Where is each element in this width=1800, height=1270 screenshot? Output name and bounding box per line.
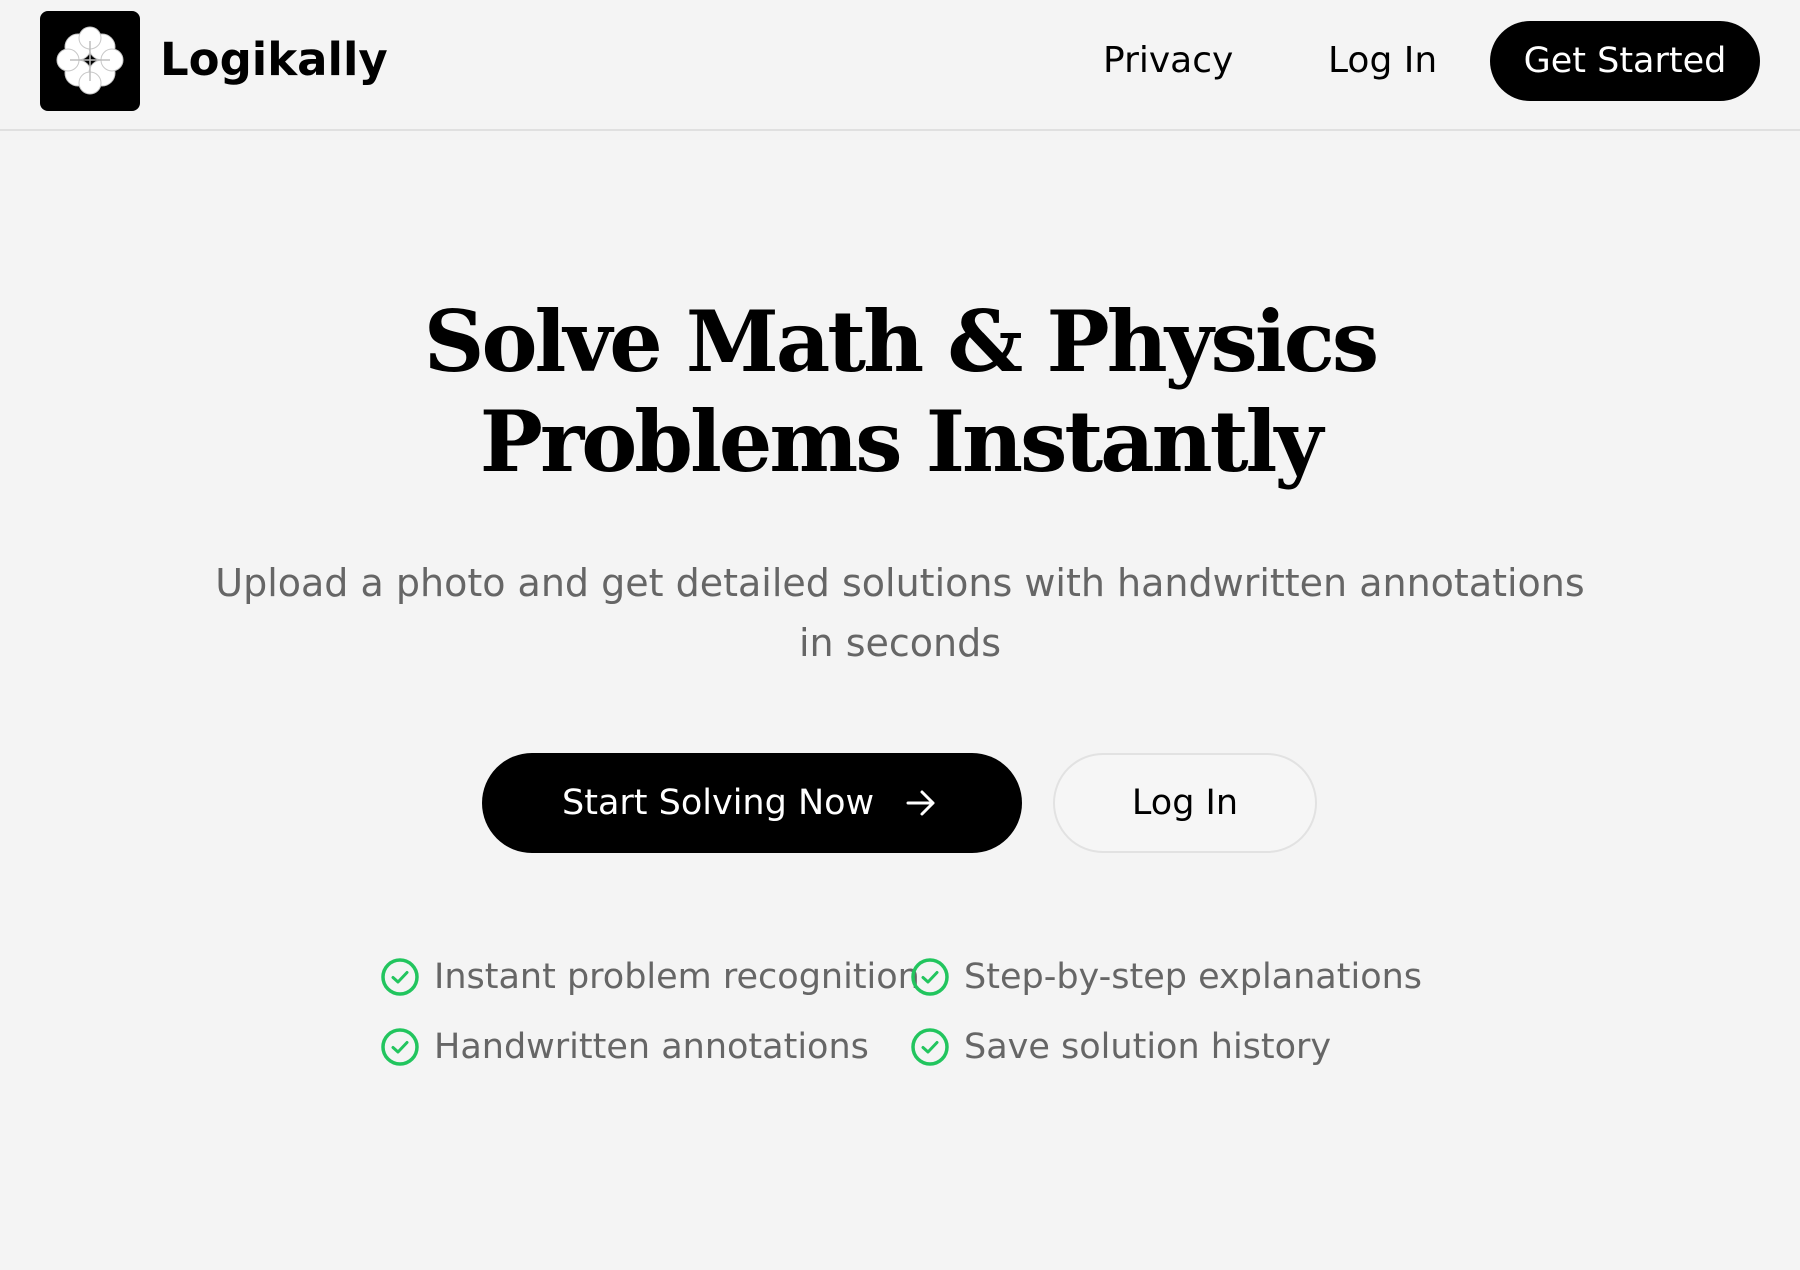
- hero-title: Solve Math & Physics Problems Instantly: [0, 292, 1800, 492]
- start-solving-button[interactable]: Start Solving Now: [482, 753, 1022, 853]
- check-circle-icon: [911, 1028, 949, 1066]
- nav-privacy-link[interactable]: Privacy: [1103, 38, 1233, 84]
- hero-subtitle-line-2: in seconds: [798, 621, 1002, 665]
- check-circle-icon: [911, 958, 949, 996]
- start-solving-label: Start Solving Now: [562, 783, 875, 823]
- hero-subtitle: Upload a photo and get detailed solution…: [200, 553, 1600, 673]
- feature-label: Step-by-step explanations: [964, 957, 1423, 997]
- get-started-button[interactable]: Get Started: [1490, 21, 1760, 101]
- clover-icon: [56, 26, 124, 95]
- nav-login-link[interactable]: Log In: [1328, 38, 1437, 84]
- check-circle-icon: [381, 958, 419, 996]
- hero-login-button[interactable]: Log In: [1053, 753, 1317, 853]
- hero-title-line-1: Solve Math & Physics: [423, 292, 1379, 391]
- feature-label: Handwritten annotations: [434, 1027, 869, 1067]
- feature-label: Instant problem recognition: [434, 957, 920, 997]
- hero-subtitle-line-1: Upload a photo and get detailed solution…: [215, 561, 1585, 605]
- brand-name[interactable]: Logikally: [160, 32, 388, 88]
- feature-label: Save solution history: [964, 1027, 1332, 1067]
- site-header: Logikally Privacy Log In Get Started: [0, 0, 1800, 131]
- logo[interactable]: [40, 11, 140, 111]
- arrow-right-icon: [906, 790, 935, 816]
- hero-title-line-2: Problems Instantly: [479, 392, 1323, 491]
- check-circle-icon: [381, 1028, 419, 1066]
